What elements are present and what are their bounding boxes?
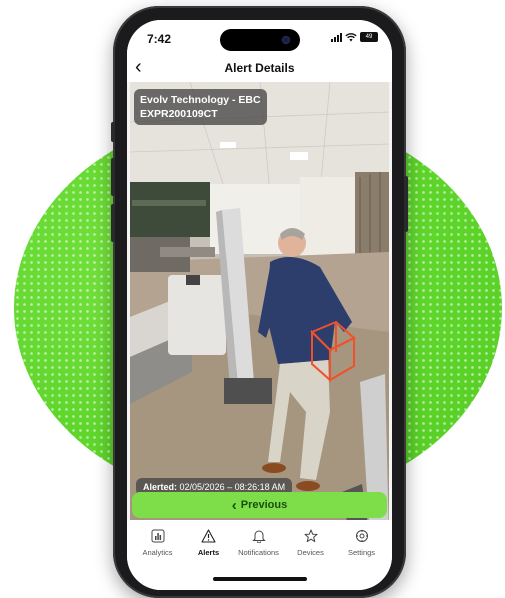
home-indicator[interactable] bbox=[213, 577, 307, 581]
signal-icon bbox=[331, 32, 342, 42]
previous-button[interactable]: ‹ Previous bbox=[132, 492, 387, 518]
camera-snapshot: Evolv Technology - EBC EXPR200109CT Aler… bbox=[130, 82, 389, 540]
tab-notifications[interactable]: Notifications bbox=[232, 529, 285, 557]
battery-icon: 49 bbox=[360, 32, 378, 42]
chevron-left-icon: ‹ bbox=[231, 496, 237, 514]
status-bar: 7:42 49 bbox=[127, 20, 392, 54]
phone-side-button bbox=[111, 122, 115, 142]
status-time: 7:42 bbox=[147, 32, 172, 46]
tab-analytics[interactable]: Analytics bbox=[131, 529, 184, 557]
camera-location-label: Evolv Technology - EBC EXPR200109CT bbox=[134, 89, 267, 125]
tab-devices[interactable]: Devices bbox=[284, 529, 337, 557]
front-camera-dot bbox=[282, 36, 290, 44]
device-id: EXPR200109CT bbox=[140, 108, 218, 120]
analytics-icon bbox=[151, 529, 164, 543]
tab-label: Analytics bbox=[142, 548, 173, 557]
tab-settings[interactable]: Settings bbox=[335, 529, 388, 557]
alerted-value: 02/05/2026 – 08:26:18 AM bbox=[179, 482, 286, 492]
status-icons: 49 bbox=[331, 32, 378, 42]
gear-icon bbox=[355, 530, 368, 542]
previous-label: Previous bbox=[240, 499, 288, 511]
tab-label: Settings bbox=[347, 548, 376, 557]
alerted-label: Alerted: bbox=[143, 482, 178, 492]
tab-label: Alerts bbox=[197, 548, 220, 557]
phone-volume-down-button bbox=[111, 204, 115, 242]
dynamic-island bbox=[220, 29, 300, 51]
tab-label: Devices bbox=[297, 548, 324, 557]
bell-icon bbox=[251, 530, 266, 543]
page-title: Alert Details bbox=[224, 61, 295, 75]
alert-triangle-icon bbox=[201, 529, 216, 543]
star-icon bbox=[304, 529, 317, 543]
location-name: Evolv Technology - EBC bbox=[140, 94, 261, 106]
phone-screen: 7:42 49 ‹ Alert Details Evolv Technology… bbox=[127, 20, 392, 590]
phone-power-button bbox=[404, 176, 408, 232]
tab-label: Notifications bbox=[238, 548, 279, 557]
camera-scene-image bbox=[130, 82, 389, 540]
wifi-icon bbox=[345, 32, 357, 41]
phone-volume-up-button bbox=[111, 158, 115, 196]
tab-alerts[interactable]: Alerts bbox=[182, 529, 235, 557]
nav-bar: ‹ Alert Details bbox=[127, 54, 392, 82]
